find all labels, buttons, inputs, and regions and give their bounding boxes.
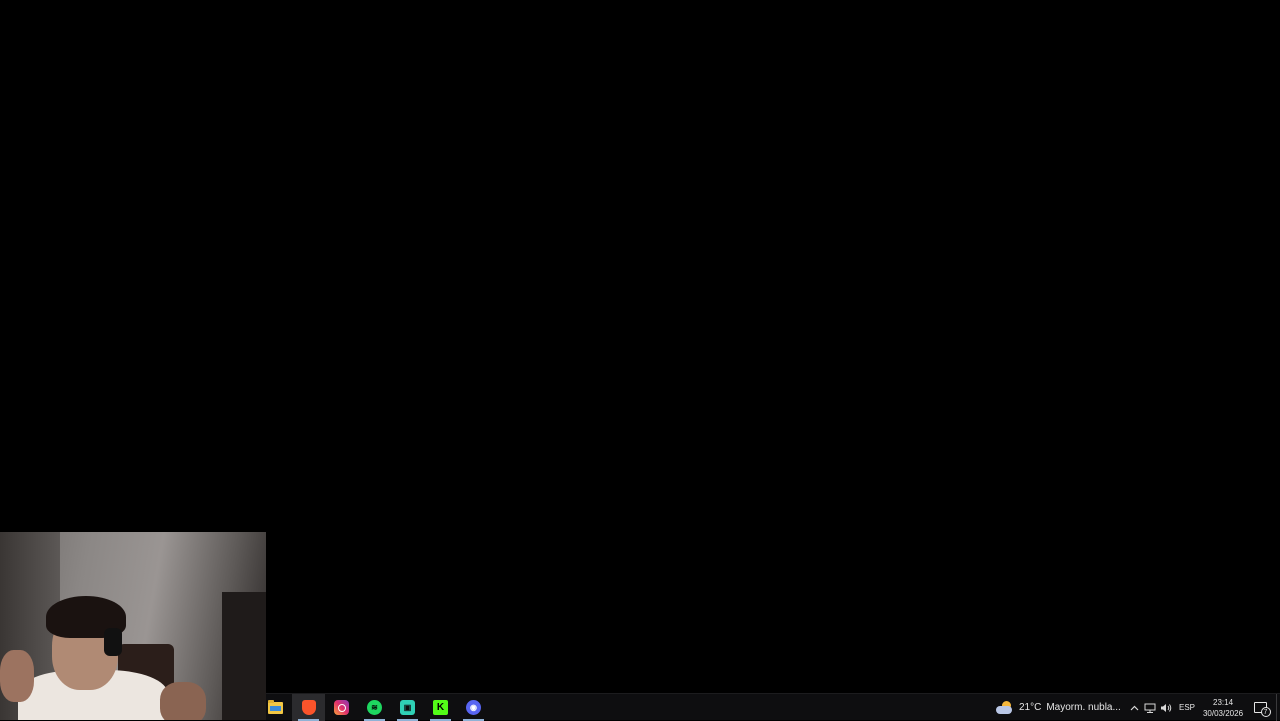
notification-count-badge: 7 xyxy=(1260,707,1271,717)
taskbar-app-discord[interactable]: ◉ xyxy=(457,694,490,721)
discord-icon: ◉ xyxy=(466,700,481,715)
notification-center-button[interactable]: 7 xyxy=(1249,694,1271,721)
spotify-icon: ≋ xyxy=(367,700,382,715)
clock-time: 23:14 xyxy=(1213,697,1234,707)
taskbar-app-kick[interactable]: K xyxy=(424,694,457,721)
volume-icon[interactable] xyxy=(1158,694,1174,721)
partly-cloudy-icon xyxy=(996,700,1014,715)
folder-icon xyxy=(268,699,283,714)
app-icon: ▣ xyxy=(400,700,415,715)
taskbar-app-instagram[interactable] xyxy=(325,694,358,721)
weather-condition: Mayorm. nubla... xyxy=(1046,702,1121,713)
webcam-door xyxy=(222,592,266,720)
clock-date: 30/03/2026 xyxy=(1202,708,1244,718)
webcam-person-hand-right xyxy=(160,682,206,720)
chevron-up-icon[interactable] xyxy=(1126,694,1142,721)
taskbar-app-spotify[interactable]: ≋ xyxy=(358,694,391,721)
webcam-overlay xyxy=(0,532,266,720)
webcam-person-hand-left xyxy=(0,650,34,702)
kick-icon: K xyxy=(433,700,448,715)
show-desktop-button[interactable] xyxy=(1276,694,1280,721)
network-icon[interactable] xyxy=(1142,694,1158,721)
taskbar-app-brave[interactable] xyxy=(292,694,325,721)
taskbar-apps: ≋ ▣ K ◉ xyxy=(259,694,490,721)
instagram-icon xyxy=(334,700,349,715)
weather-widget[interactable]: 21°C Mayorm. nubla... xyxy=(996,694,1121,721)
system-tray: ESP 23:14 30/03/2026 xyxy=(1126,694,1246,721)
language-indicator[interactable]: ESP xyxy=(1174,703,1200,712)
notification-icon: 7 xyxy=(1253,702,1271,717)
weather-temperature: 21°C xyxy=(1019,702,1042,713)
taskbar-app-generic[interactable]: ▣ xyxy=(391,694,424,721)
clock[interactable]: 23:14 30/03/2026 xyxy=(1200,697,1246,719)
brave-icon xyxy=(301,700,316,715)
webcam-headset xyxy=(104,628,122,656)
